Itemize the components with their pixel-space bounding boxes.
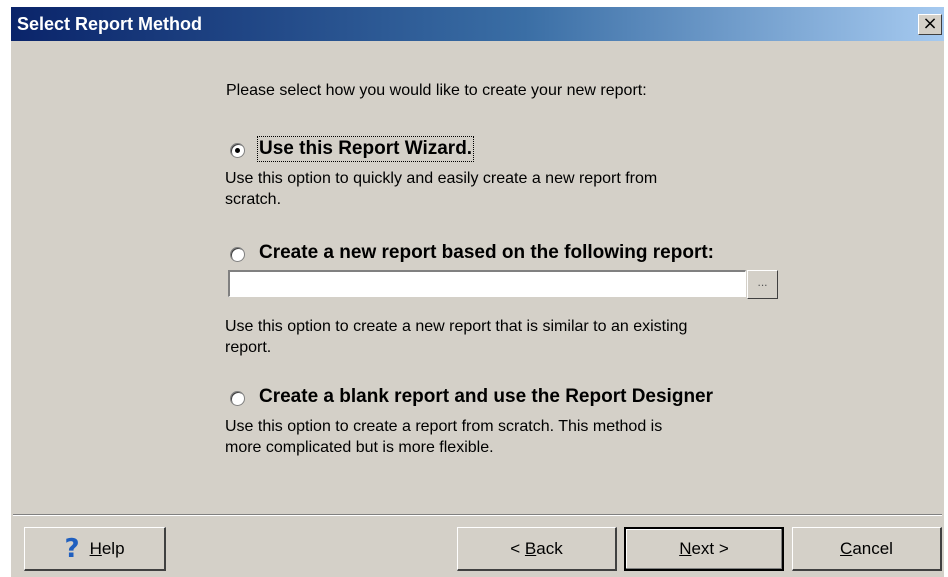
browse-button[interactable]: ... [747, 270, 778, 299]
radio-use-wizard[interactable] [230, 143, 245, 158]
cancel-button[interactable]: Cancel [792, 527, 942, 571]
dialog-body: Please select how you would like to crea… [11, 7, 944, 577]
option-label-blank-report[interactable]: Create a blank report and use the Report… [259, 386, 713, 408]
description-line: report. [225, 339, 272, 356]
option-description-use-wizard: Use this option to quickly and easily cr… [225, 168, 785, 210]
description-line: scratch. [225, 191, 282, 208]
next-button[interactable]: Next > [624, 527, 784, 571]
radio-selected-dot [235, 148, 240, 153]
option-description-blank-report: Use this option to create a report from … [225, 416, 785, 458]
option-label-use-wizard[interactable]: Use this Report Wizard. [256, 136, 475, 162]
option-description-based-on-report: Use this option to create a new report t… [225, 316, 785, 358]
description-line: Use this option to quickly and easily cr… [225, 170, 658, 187]
back-button-label: < Back [510, 538, 563, 558]
description-line: more complicated but is more flexible. [225, 439, 494, 456]
description-line: Use this option to create a report from … [225, 418, 663, 435]
footer-separator [13, 514, 942, 516]
description-line: Use this option to create a new report t… [225, 318, 688, 335]
help-button-label: Help [89, 538, 125, 558]
question-mark-icon: ? [64, 533, 80, 564]
back-button[interactable]: < Back [457, 527, 617, 571]
next-button-label: Next > [679, 539, 729, 558]
radio-based-on-report[interactable] [230, 247, 245, 262]
option-label-based-on-report[interactable]: Create a new report based on the followi… [259, 242, 714, 264]
select-report-method-dialog: Select Report Method × Please select how… [10, 6, 944, 577]
cancel-button-label: Cancel [840, 538, 893, 558]
help-button[interactable]: ? Help [24, 527, 166, 571]
report-path-input[interactable] [228, 270, 746, 297]
prompt-text: Please select how you would like to crea… [226, 82, 647, 99]
radio-blank-report[interactable] [230, 391, 245, 406]
